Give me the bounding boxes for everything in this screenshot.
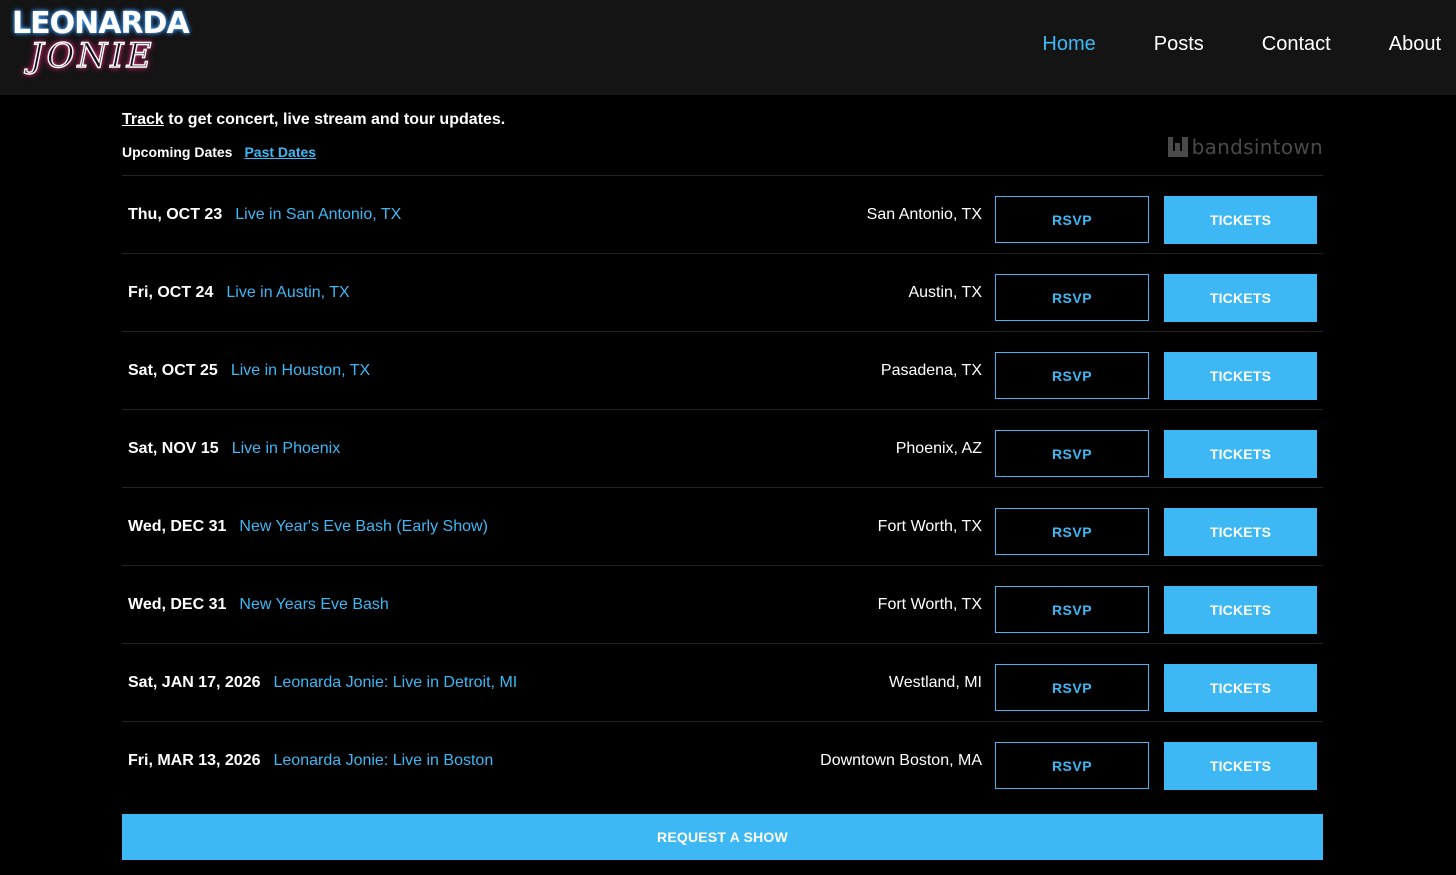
event-date: Fri, OCT 24 Live in Austin, TX xyxy=(128,284,350,302)
track-prompt-text: to get concert, live stream and tour upd… xyxy=(163,111,506,128)
event-venue: Fort Worth, TX xyxy=(877,596,982,613)
event-row: Fri, OCT 24 Live in Austin, TX Austin, TX R… xyxy=(122,253,1323,331)
event-date-text: Wed, DEC 31 xyxy=(128,596,227,613)
event-venue: Downtown Boston, MA xyxy=(820,752,982,769)
event-row: Wed, DEC 31 New Year's Eve Bash (Early Sh… xyxy=(122,487,1323,565)
event-title-link[interactable]: Live in Houston, TX xyxy=(231,362,370,379)
event-row: Sat, NOV 15 Live in Phoenix Phoenix, AZ RSV… xyxy=(122,409,1323,487)
tickets-button[interactable]: TICKETS xyxy=(1164,664,1317,712)
event-date: Wed, DEC 31 New Year's Eve Bash (Early Sh… xyxy=(128,518,488,536)
nav-contact[interactable]: Contact xyxy=(1262,32,1331,56)
rsvp-button[interactable]: RSVP xyxy=(995,508,1149,555)
event-title-link[interactable]: New Year's Eve Bash (Early Show) xyxy=(239,518,488,535)
rsvp-button[interactable]: RSVP xyxy=(995,274,1149,321)
rsvp-button[interactable]: RSVP xyxy=(995,196,1149,243)
event-date: Thu, OCT 23 Live in San Antonio, TX xyxy=(128,206,401,224)
tickets-button[interactable]: TICKETS xyxy=(1164,586,1317,634)
event-venue: Pasadena, TX xyxy=(880,362,982,379)
rsvp-button[interactable]: RSVP xyxy=(995,352,1149,399)
nav-posts[interactable]: Posts xyxy=(1154,32,1204,56)
tickets-button[interactable]: TICKETS xyxy=(1164,430,1317,478)
bandsintown-logo[interactable]: bandsintown xyxy=(1167,135,1323,159)
main-nav: Home Posts Contact About xyxy=(984,32,1441,56)
date-tabs: Upcoming Dates Past Dates xyxy=(122,144,316,160)
tab-past-dates[interactable]: Past Dates xyxy=(244,144,316,160)
nav-home[interactable]: Home xyxy=(1042,32,1095,56)
tickets-button[interactable]: TICKETS xyxy=(1164,742,1317,790)
tickets-button[interactable]: TICKETS xyxy=(1164,274,1317,322)
event-list: Thu, OCT 23 Live in San Antonio, TX San An… xyxy=(122,175,1323,799)
event-title-link[interactable]: Live in San Antonio, TX xyxy=(235,206,401,223)
rsvp-button[interactable]: RSVP xyxy=(995,664,1149,711)
site-header: LEONARDA JONIE Home Posts Contact About xyxy=(0,0,1456,95)
tickets-button[interactable]: TICKETS xyxy=(1164,352,1317,400)
nav-about[interactable]: About xyxy=(1389,32,1441,56)
event-row: Sat, OCT 25 Live in Houston, TX Pasadena, … xyxy=(122,331,1323,409)
event-title-link[interactable]: Live in Phoenix xyxy=(232,440,341,457)
tickets-button[interactable]: TICKETS xyxy=(1164,196,1317,244)
event-date-text: Thu, OCT 23 xyxy=(128,206,223,223)
event-row: Wed, DEC 31 New Years Eve Bash Fort Worth,… xyxy=(122,565,1323,643)
rsvp-button[interactable]: RSVP xyxy=(995,742,1149,789)
event-date: Sat, JAN 17, 2026 Leonarda Jonie: Live in… xyxy=(128,674,517,692)
event-date: Wed, DEC 31 New Years Eve Bash xyxy=(128,596,389,614)
event-row: Thu, OCT 23 Live in San Antonio, TX San An… xyxy=(122,175,1323,253)
tab-upcoming-dates[interactable]: Upcoming Dates xyxy=(122,144,232,160)
event-date-text: Wed, DEC 31 xyxy=(128,518,227,535)
tickets-button[interactable]: TICKETS xyxy=(1164,508,1317,556)
event-date: Fri, MAR 13, 2026 Leonarda Jonie: Live in… xyxy=(128,752,493,770)
event-row: Sat, JAN 17, 2026 Leonarda Jonie: Live in… xyxy=(122,643,1323,721)
event-venue: San Antonio, TX xyxy=(866,206,982,223)
site-logo[interactable]: LEONARDA JONIE xyxy=(12,6,190,82)
event-date-text: Sat, OCT 25 xyxy=(128,362,218,379)
rsvp-button[interactable]: RSVP xyxy=(995,430,1149,477)
event-venue: Westland, MI xyxy=(888,674,982,691)
bandsintown-icon xyxy=(1167,137,1188,157)
event-venue: Austin, TX xyxy=(908,284,982,301)
event-venue: Fort Worth, TX xyxy=(877,518,982,535)
event-date-text: Fri, MAR 13, 2026 xyxy=(128,752,261,769)
request-show-button[interactable]: REQUEST A SHOW xyxy=(122,814,1323,860)
event-date-text: Sat, JAN 17, 2026 xyxy=(128,674,261,691)
event-title-link[interactable]: Leonarda Jonie: Live in Boston xyxy=(274,752,494,769)
event-title-link[interactable]: Live in Austin, TX xyxy=(226,284,349,301)
track-link[interactable]: Track xyxy=(122,111,164,128)
logo-text-bottom: JONIE xyxy=(29,35,155,76)
bandsintown-wordmark: bandsintown xyxy=(1191,135,1323,159)
event-row: Fri, MAR 13, 2026 Leonarda Jonie: Live in… xyxy=(122,721,1323,799)
event-date: Sat, OCT 25 Live in Houston, TX xyxy=(128,362,370,380)
event-date-text: Fri, OCT 24 xyxy=(128,284,214,301)
event-title-link[interactable]: Leonarda Jonie: Live in Detroit, MI xyxy=(274,674,518,691)
event-title-link[interactable]: New Years Eve Bash xyxy=(239,596,388,613)
track-prompt: Track to get concert, live stream and to… xyxy=(122,111,505,129)
event-venue: Phoenix, AZ xyxy=(895,440,982,457)
event-date: Sat, NOV 15 Live in Phoenix xyxy=(128,440,340,458)
rsvp-button[interactable]: RSVP xyxy=(995,586,1149,633)
event-date-text: Sat, NOV 15 xyxy=(128,440,219,457)
